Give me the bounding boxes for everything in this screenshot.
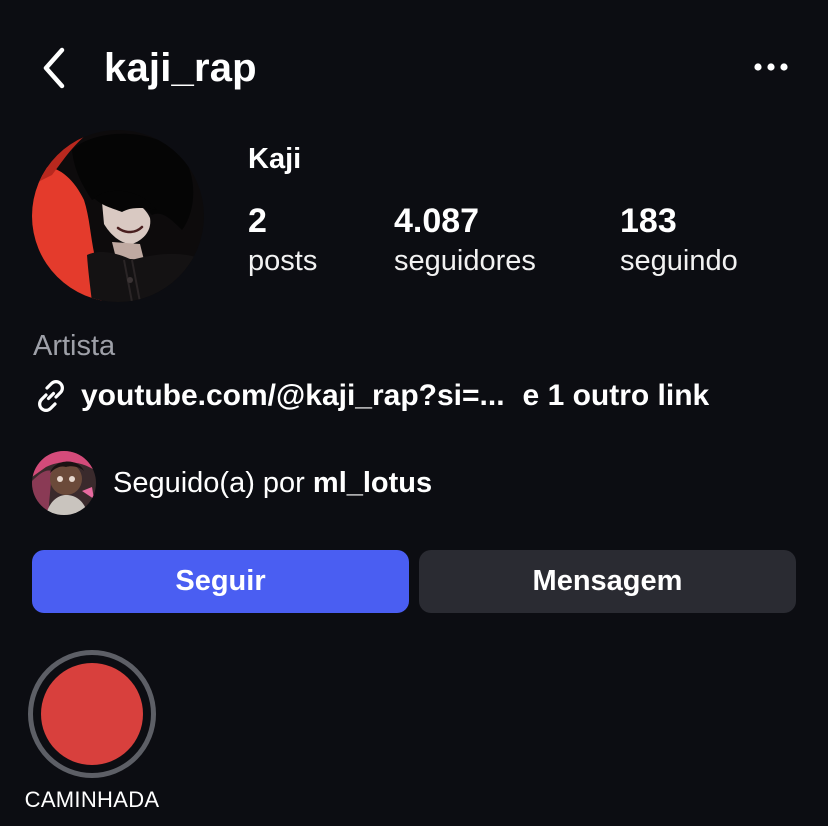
highlight-cover xyxy=(41,663,143,765)
followed-by-prefix: Seguido(a) por xyxy=(113,467,313,499)
highlight-label[interactable]: CAMINHADA xyxy=(0,786,184,814)
followers-count: 4.087 xyxy=(394,202,480,240)
following-label: seguindo xyxy=(620,245,738,277)
profile-category: Artista xyxy=(33,330,116,362)
followed-by-text: Seguido(a) por ml_lotus xyxy=(113,465,432,501)
posts-label: posts xyxy=(248,245,318,277)
stat-posts[interactable]: 2 posts xyxy=(248,200,317,280)
bio-link[interactable]: youtube.com/@kaji_rap?si=... xyxy=(81,376,505,416)
mutual-follower-avatar xyxy=(32,451,96,515)
followers-label: seguidores xyxy=(394,245,536,277)
bio-link-row: youtube.com/@kaji_rap?si=... e 1 outro l… xyxy=(33,375,709,417)
message-button[interactable]: Mensagem xyxy=(419,550,796,613)
posts-count: 2 xyxy=(248,202,267,240)
following-count: 183 xyxy=(620,202,677,240)
chevron-left-icon xyxy=(43,47,65,89)
followed-by-username: ml_lotus xyxy=(312,467,433,499)
avatar-illustration xyxy=(32,130,204,302)
back-button[interactable] xyxy=(38,46,74,90)
followed-by-row[interactable]: Seguido(a) por ml_lotus xyxy=(32,451,432,515)
other-links[interactable]: e 1 outro link xyxy=(523,376,710,416)
profile-avatar[interactable] xyxy=(32,130,204,302)
profile-display-name: Kaji xyxy=(248,143,302,175)
stat-following[interactable]: 183 seguindo xyxy=(620,200,738,280)
stat-followers[interactable]: 4.087 seguidores xyxy=(394,200,536,280)
link-icon xyxy=(38,380,64,412)
profile-username-title: kaji_rap xyxy=(104,46,257,90)
more-options-button[interactable] xyxy=(748,52,792,82)
story-highlight[interactable] xyxy=(28,650,156,778)
follow-button[interactable]: Seguir xyxy=(32,550,409,613)
message-button-label: Mensagem xyxy=(532,565,683,597)
more-horizontal-icon xyxy=(754,63,788,71)
follow-button-label: Seguir xyxy=(175,565,266,597)
profile-page: kaji_rap Kaji 2 posts 4.087 seguidores 1… xyxy=(0,0,828,826)
